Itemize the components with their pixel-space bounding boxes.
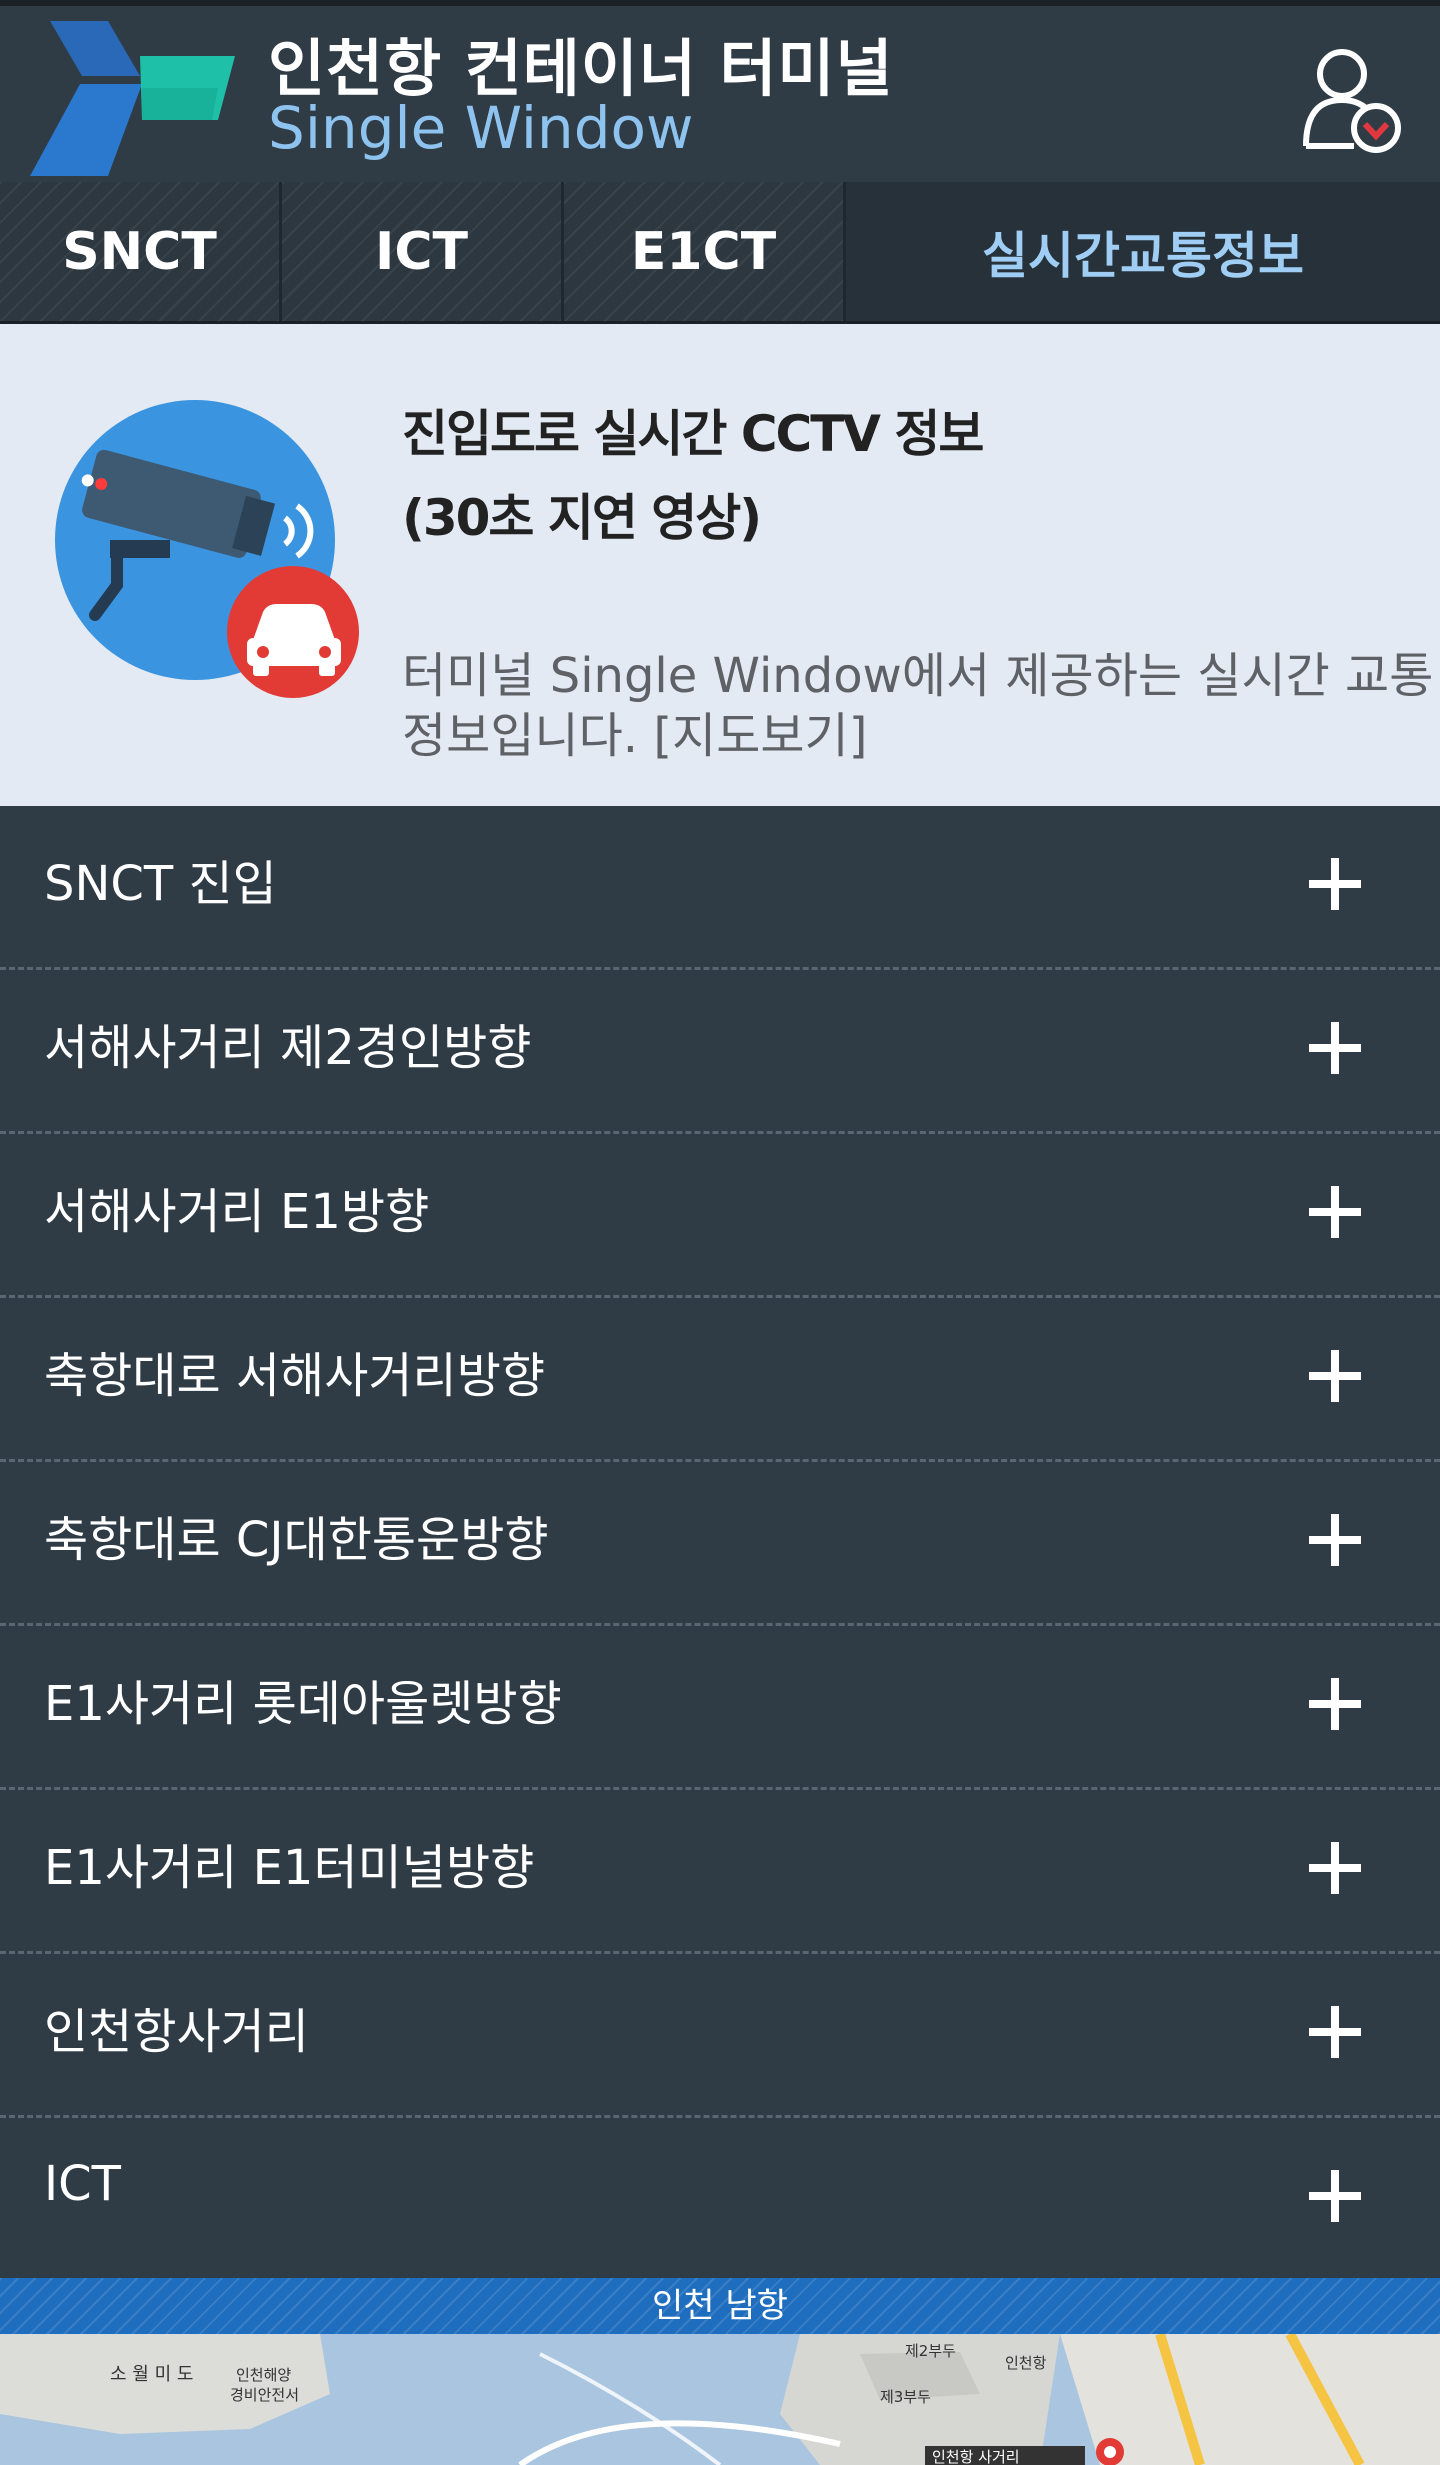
port-logo-icon[interactable] — [30, 16, 240, 181]
list-item-label: SNCT 진입 — [44, 856, 277, 912]
map-graphic — [0, 2334, 1440, 2465]
list-item[interactable]: E1사거리 E1터미널방향 — [0, 1790, 1440, 1954]
map-label: 인천항 — [1005, 2354, 1047, 2372]
cctv-info-card: 진입도로 실시간 CCTV 정보 (30초 지연 영상) 터미널 Single … — [0, 324, 1440, 806]
info-description: 터미널 Single Window에서 제공하는 실시간 교통 정보입니다. [… — [402, 646, 1433, 766]
cctv-camera-car-icon — [55, 400, 359, 698]
map-label: 소 월 미 도 — [110, 2364, 194, 2385]
list-item-label: 서해사거리 제2경인방향 — [44, 1020, 532, 1076]
user-settings-icon[interactable] — [1302, 46, 1402, 156]
map-label: 인천해양 — [236, 2366, 292, 2384]
map-view-link[interactable]: [지도보기] — [653, 708, 867, 764]
list-item[interactable]: SNCT 진입 — [0, 806, 1440, 970]
list-item-label: 서해사거리 E1방향 — [44, 1184, 430, 1240]
expand-plus-icon[interactable] — [1309, 1186, 1361, 1238]
map-header: 인천 남항 — [0, 2278, 1440, 2334]
list-item-label: E1사거리 롯데아울렛방향 — [44, 1676, 562, 1732]
list-item[interactable]: ICT — [0, 2118, 1440, 2282]
tab-realtime-traffic[interactable]: 실시간교통정보 — [846, 182, 1440, 321]
info-desc-line1: 터미널 Single Window에서 제공하는 실시간 교통 — [402, 648, 1434, 704]
app-title-english: Single Window — [268, 94, 694, 162]
harbor-map[interactable]: 소 월 미 도 인천해양 경비안전서 제2부두 인천항 제3부두 인천항 사거리 — [0, 2334, 1440, 2465]
expand-plus-icon[interactable] — [1309, 1678, 1361, 1730]
list-item-label: 인천항사거리 — [44, 2004, 309, 2060]
map-label: 경비안전서 — [230, 2386, 300, 2404]
expand-plus-icon[interactable] — [1309, 1514, 1361, 1566]
list-item-label: 축항대로 서해사거리방향 — [44, 1348, 546, 1404]
list-item[interactable]: E1사거리 롯데아울렛방향 — [0, 1626, 1440, 1790]
list-item[interactable]: 서해사거리 E1방향 — [0, 1134, 1440, 1298]
expand-plus-icon[interactable] — [1309, 1350, 1361, 1402]
list-item-label: ICT — [44, 2156, 121, 2212]
expand-plus-icon[interactable] — [1309, 1022, 1361, 1074]
info-desc-line2: 정보입니다. — [402, 708, 654, 764]
map-label: 제3부두 — [880, 2388, 931, 2406]
info-title-line2: (30초 지연 영상) — [402, 489, 762, 547]
map-label: 인천항 사거리 — [932, 2448, 1020, 2465]
list-item[interactable]: 축항대로 서해사거리방향 — [0, 1298, 1440, 1462]
list-item[interactable]: 서해사거리 제2경인방향 — [0, 970, 1440, 1134]
list-item[interactable]: 축항대로 CJ대한통운방향 — [0, 1462, 1440, 1626]
expand-plus-icon[interactable] — [1309, 1842, 1361, 1894]
terminal-tabs: SNCT ICT E1CT 실시간교통정보 — [0, 182, 1440, 324]
list-item-label: E1사거리 E1터미널방향 — [44, 1840, 535, 1896]
info-title: 진입도로 실시간 CCTV 정보 (30초 지연 영상) — [402, 392, 984, 560]
app-header: 인천항 컨테이너 터미널 Single Window — [0, 0, 1440, 182]
tab-ict[interactable]: ICT — [282, 182, 564, 321]
list-item[interactable]: 인천항사거리 — [0, 1954, 1440, 2118]
list-item-label: 축항대로 CJ대한통운방향 — [44, 1512, 549, 1568]
tab-e1ct[interactable]: E1CT — [564, 182, 846, 321]
info-title-line1: 진입도로 실시간 CCTV 정보 — [402, 405, 984, 463]
expand-plus-icon[interactable] — [1309, 2170, 1361, 2222]
expand-plus-icon[interactable] — [1309, 858, 1361, 910]
expand-plus-icon[interactable] — [1309, 2006, 1361, 2058]
tab-snct[interactable]: SNCT — [0, 182, 282, 321]
map-label: 제2부두 — [905, 2342, 956, 2360]
cctv-location-list: SNCT 진입 서해사거리 제2경인방향 서해사거리 E1방향 축항대로 서해사… — [0, 806, 1440, 2282]
